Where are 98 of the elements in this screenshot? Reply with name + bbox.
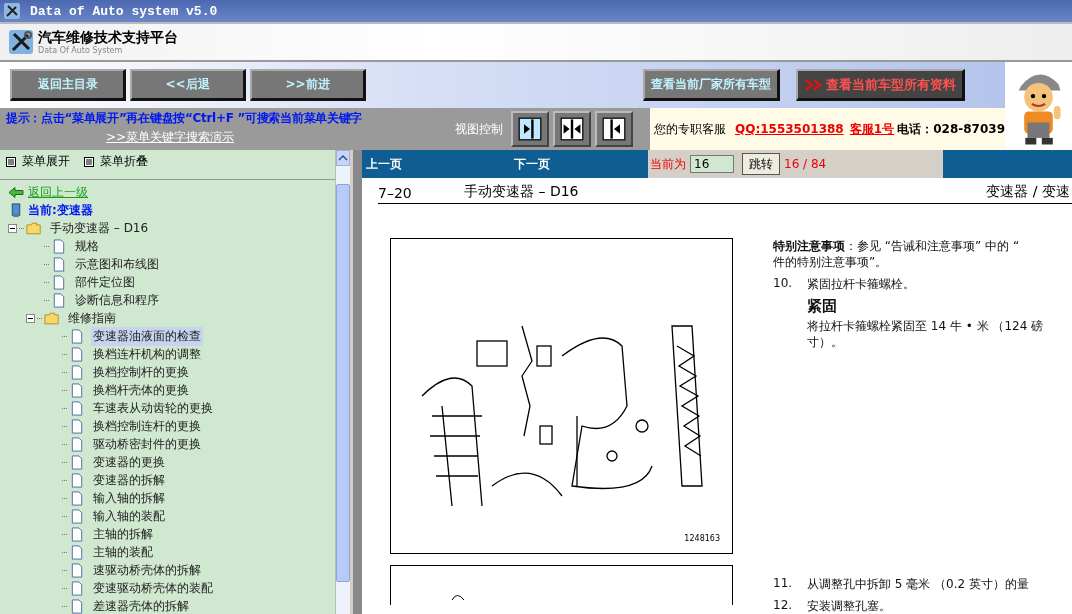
section-title: 变速器 / 变速 [986, 183, 1071, 201]
document-icon [69, 364, 85, 380]
document-icon [69, 562, 85, 578]
tree-item[interactable]: 差速器壳体的拆解 [91, 596, 191, 614]
scroll-thumb[interactable] [336, 184, 350, 582]
note-text: 特别注意事项：参见 “告诫和注意事项” 中的 “ [773, 238, 1021, 254]
document-icon [69, 418, 85, 434]
tree-item[interactable]: 规格 [73, 236, 101, 256]
collapse-toggle-icon[interactable] [26, 313, 35, 323]
view-control-label: 视图控制 [455, 120, 503, 138]
app-subtitle: Data Of Auto System [38, 46, 124, 55]
document-icon [69, 598, 85, 614]
document-icon [69, 454, 85, 470]
tools-icon [4, 3, 20, 19]
document-icon [51, 274, 67, 290]
service-label: 您的专职客服 [654, 120, 726, 138]
tree-item[interactable]: 速驱动桥壳体的拆解 [91, 560, 203, 580]
note-text: 件的特别注意事项”。 [773, 254, 889, 270]
figure-caption: 1248163 [684, 534, 720, 543]
page-number-field[interactable]: 16 [690, 155, 734, 173]
document-icon [69, 544, 85, 560]
step-number: 10. [773, 276, 794, 292]
tree-item[interactable]: 换档杆壳体的更换 [91, 380, 191, 400]
document-icon [51, 256, 67, 272]
back-arrow-icon [8, 184, 24, 200]
tree-item[interactable]: 手动变速器 – D16 [48, 218, 151, 238]
split-arrows-icon [560, 117, 584, 141]
tree-item[interactable]: 变速器的拆解 [91, 470, 167, 490]
tree-item[interactable]: 诊断信息和程序 [73, 290, 161, 310]
open-folder-icon [26, 220, 42, 236]
tree-item[interactable]: 换档控制连杆的更换 [91, 416, 203, 436]
tree-item[interactable]: 变速驱动桥壳体的装配 [91, 578, 215, 598]
tools-logo-icon [8, 29, 34, 55]
menu-icon [84, 156, 94, 167]
expand-right-button[interactable] [511, 111, 549, 147]
previous-page-link[interactable]: 上一页 [362, 155, 510, 173]
tree-item[interactable]: 维修指南 [66, 308, 118, 328]
tree-item[interactable]: 变速器的更换 [91, 452, 167, 472]
tree-item[interactable]: 主轴的拆解 [91, 524, 155, 544]
qq-link[interactable]: QQ:1553501388 [735, 122, 844, 136]
view-models-button[interactable]: 查看当前厂家所有车型 [643, 69, 780, 101]
document-icon [69, 490, 85, 506]
expand-left-button[interactable] [595, 111, 633, 147]
current-page-label: 当前为 [650, 155, 686, 173]
nav-button[interactable]: >>前进 [250, 69, 366, 101]
scroll-up-icon[interactable] [336, 150, 350, 166]
step-detail: 寸）。 [807, 334, 844, 350]
nav-button[interactable]: 返回主目录 [10, 69, 126, 101]
page-number: 7–20 [378, 185, 413, 201]
scrollbar[interactable] [335, 150, 350, 614]
page-count: 16 / 84 [784, 157, 827, 171]
step-number: 11. [773, 576, 794, 592]
collapse-toggle-icon[interactable] [8, 223, 17, 233]
document-icon [51, 238, 67, 254]
tree-item[interactable]: 驱动桥密封件的更换 [91, 434, 203, 454]
window-title: Data of Auto system v5.0 [30, 3, 218, 19]
document-icon [51, 292, 67, 308]
document-icon [69, 526, 85, 542]
open-folder-icon [44, 310, 60, 326]
document-icon [69, 328, 85, 344]
step-number: 12. [773, 598, 794, 614]
collapse-menu-button[interactable]: 菜单折叠 [84, 153, 148, 170]
document-icon [69, 472, 85, 488]
tree-item[interactable]: 输入轴的拆解 [91, 488, 167, 508]
step-detail: 将拉杆卡箍螺栓紧固至 14 牛 • 米 （124 磅 [807, 318, 1044, 334]
app-title: 汽车维修技术支持平台 [38, 29, 178, 44]
tree-item[interactable]: 变速器油液面的检查 [91, 326, 203, 346]
tree-item[interactable]: 部件定位图 [73, 272, 137, 292]
go-button[interactable]: 跳转 [742, 153, 780, 175]
document-icon [69, 580, 85, 596]
expand-menu-button[interactable]: 菜单展开 [6, 153, 70, 170]
step-subheading: 紧固 [807, 298, 838, 314]
document-icon [69, 400, 85, 416]
tree-item[interactable]: 车速表从动齿轮的更换 [91, 398, 215, 418]
document-icon [69, 382, 85, 398]
tree-item[interactable]: 换档连杆机构的调整 [91, 344, 203, 364]
split-view-button[interactable] [553, 111, 591, 147]
current-category: 当前:变速器 [28, 201, 93, 219]
document-icon [69, 508, 85, 524]
double-chevron-icon [804, 77, 824, 92]
next-page-link[interactable]: 下一页 [510, 155, 648, 173]
arrow-left-icon [602, 117, 626, 141]
step-text: 紧固拉杆卡箍螺栓。 [807, 276, 916, 292]
tree-item[interactable]: 输入轴的装配 [91, 506, 167, 526]
chapter-title: 手动变速器 – D16 [464, 183, 580, 201]
step-text: 从调整孔中拆卸 5 毫米 （0.2 英寸）的量 [807, 576, 1029, 592]
tree-item[interactable]: 换档控制杆的更换 [91, 362, 191, 382]
arrow-right-icon [518, 117, 542, 141]
tree-item[interactable]: 主轴的装配 [91, 542, 155, 562]
nav-button[interactable]: <<后退 [130, 69, 246, 101]
document-icon [69, 346, 85, 362]
tree-item[interactable]: 示意图和布线图 [73, 254, 161, 274]
hint-text: 提示：点击“菜单展开”再在键盘按“Ctrl+F ”可搜索当前菜单关键字 [6, 110, 364, 127]
phone-text: 电话：028-87039 [897, 120, 1005, 138]
document-icon [69, 436, 85, 452]
agent-link[interactable]: 客服1号 [849, 120, 895, 138]
step-text: 安装调整孔塞。 [807, 598, 891, 614]
menu-icon [6, 156, 16, 167]
